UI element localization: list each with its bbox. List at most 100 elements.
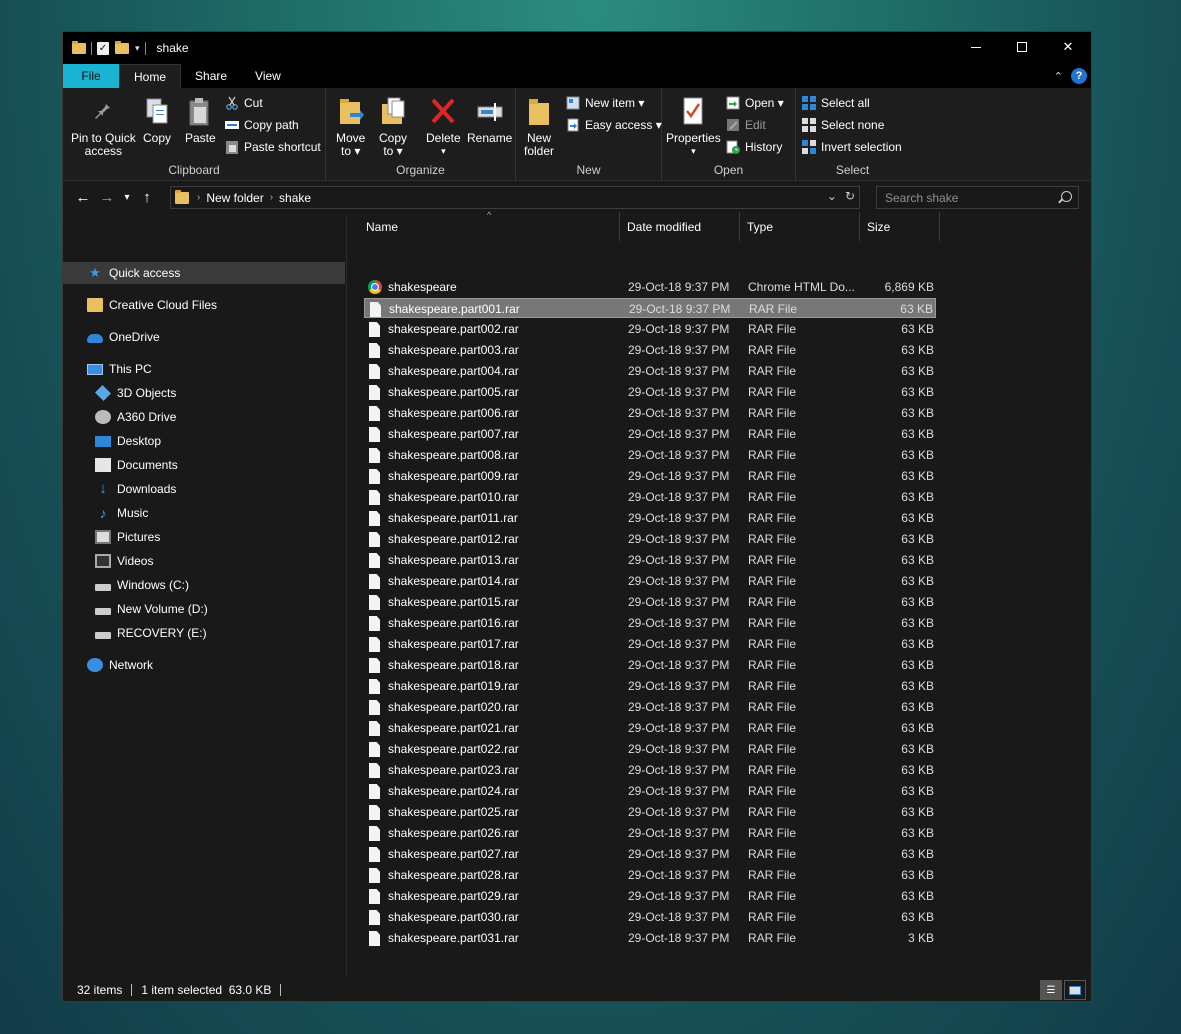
nav-item-3d-objects[interactable]: 3D Objects: [63, 382, 345, 404]
new-folder-icon[interactable]: [115, 40, 129, 54]
select-none-button[interactable]: Select none: [802, 116, 884, 134]
easy-access-button[interactable]: Easy access ▾: [566, 116, 662, 134]
copy-to-button[interactable]: Copy to ▾: [379, 96, 407, 158]
file-row[interactable]: shakespeare.part001.rar 29-Oct-18 9:37 PM…: [364, 298, 936, 318]
nav-item-new-volume-d[interactable]: New Volume (D:): [63, 598, 345, 620]
nav-item-desktop[interactable]: Desktop: [63, 430, 345, 452]
file-row[interactable]: shakespeare.part023.rar 29-Oct-18 9:37 PM…: [364, 760, 936, 780]
file-row[interactable]: shakespeare.part031.rar 29-Oct-18 9:37 PM…: [364, 928, 936, 948]
nav-item-downloads[interactable]: ↓ Downloads: [63, 478, 345, 500]
file-row[interactable]: shakespeare.part007.rar 29-Oct-18 9:37 PM…: [364, 424, 936, 444]
rename-button[interactable]: Rename: [467, 96, 512, 145]
address-dropdown-chevron-icon[interactable]: ⌄: [827, 189, 837, 203]
edit-button[interactable]: Edit: [726, 116, 766, 134]
properties-button[interactable]: Properties ▾: [666, 96, 721, 158]
copy-button[interactable]: Copy: [143, 96, 171, 145]
forward-arrow-icon[interactable]: →: [95, 189, 119, 206]
nav-item-network[interactable]: Network: [63, 654, 345, 676]
minimize-button[interactable]: [953, 32, 999, 62]
paste-shortcut-button[interactable]: Paste shortcut: [225, 138, 321, 156]
nav-item-onedrive[interactable]: OneDrive: [63, 326, 345, 348]
tab-view[interactable]: View: [241, 64, 295, 88]
search-input[interactable]: Search shake: [885, 191, 958, 205]
properties-check-icon[interactable]: ✓: [97, 41, 109, 55]
invert-selection-button[interactable]: Invert selection: [802, 138, 902, 156]
file-row[interactable]: shakespeare.part018.rar 29-Oct-18 9:37 PM…: [364, 655, 936, 675]
customize-toolbar-chevron-icon[interactable]: ▾: [135, 43, 140, 54]
file-row[interactable]: shakespeare.part003.rar 29-Oct-18 9:37 PM…: [364, 340, 936, 360]
recent-locations-chevron-icon[interactable]: ▾: [119, 192, 135, 203]
details-view-button[interactable]: ☰: [1040, 980, 1062, 1000]
breadcrumb-chevron-icon[interactable]: ›: [270, 192, 273, 203]
new-item-button[interactable]: New item ▾: [566, 94, 644, 112]
copy-path-button[interactable]: Copy path: [225, 116, 299, 134]
file-row[interactable]: shakespeare.part024.rar 29-Oct-18 9:37 PM…: [364, 781, 936, 801]
column-header-name[interactable]: ^ Name: [347, 210, 620, 241]
nav-item-a360-drive[interactable]: A360 Drive: [63, 406, 345, 428]
file-row[interactable]: shakespeare.part012.rar 29-Oct-18 9:37 PM…: [364, 529, 936, 549]
new-folder-button[interactable]: New folder: [524, 96, 554, 158]
nav-item-music[interactable]: ♪ Music: [63, 502, 345, 524]
nav-item-creative-cloud-files[interactable]: Creative Cloud Files: [63, 294, 345, 316]
tab-share[interactable]: Share: [181, 64, 241, 88]
file-row[interactable]: shakespeare.part010.rar 29-Oct-18 9:37 PM…: [364, 487, 936, 507]
nav-item-pictures[interactable]: Pictures: [63, 526, 345, 548]
up-arrow-icon[interactable]: ↑: [135, 189, 159, 206]
history-button[interactable]: History: [726, 138, 782, 156]
move-to-button[interactable]: Move to ▾: [336, 96, 365, 158]
open-button[interactable]: Open ▾: [726, 94, 784, 112]
file-row[interactable]: shakespeare.part028.rar 29-Oct-18 9:37 PM…: [364, 865, 936, 885]
file-row[interactable]: shakespeare.part029.rar 29-Oct-18 9:37 PM…: [364, 886, 936, 906]
file-row[interactable]: shakespeare.part015.rar 29-Oct-18 9:37 PM…: [364, 592, 936, 612]
file-row[interactable]: shakespeare.part021.rar 29-Oct-18 9:37 PM…: [364, 718, 936, 738]
back-arrow-icon[interactable]: ←: [71, 189, 95, 206]
file-row[interactable]: shakespeare.part030.rar 29-Oct-18 9:37 PM…: [364, 907, 936, 927]
file-row[interactable]: shakespeare.part008.rar 29-Oct-18 9:37 PM…: [364, 445, 936, 465]
file-row[interactable]: shakespeare.part002.rar 29-Oct-18 9:37 PM…: [364, 319, 936, 339]
nav-item-quick-access[interactable]: ★ Quick access: [63, 262, 345, 284]
file-row[interactable]: shakespeare.part017.rar 29-Oct-18 9:37 PM…: [364, 634, 936, 654]
column-header-size[interactable]: Size: [860, 212, 940, 241]
tab-home[interactable]: Home: [119, 64, 182, 88]
file-row[interactable]: shakespeare.part006.rar 29-Oct-18 9:37 PM…: [364, 403, 936, 423]
column-header-type[interactable]: Type: [740, 212, 860, 241]
file-row[interactable]: shakespeare 29-Oct-18 9:37 PM Chrome HTML …: [364, 277, 936, 297]
breadcrumb-chevron-icon[interactable]: ›: [197, 192, 200, 203]
file-row[interactable]: shakespeare.part020.rar 29-Oct-18 9:37 PM…: [364, 697, 936, 717]
large-icons-view-button[interactable]: [1064, 980, 1086, 1000]
nav-item-recovery-e[interactable]: RECOVERY (E:): [63, 622, 345, 644]
maximize-button[interactable]: [999, 32, 1045, 62]
pin-to-quick-access-button[interactable]: Pin to Quick access: [71, 96, 136, 158]
select-all-button[interactable]: Select all: [802, 94, 870, 112]
close-button[interactable]: ✕: [1045, 32, 1091, 62]
file-row[interactable]: shakespeare.part022.rar 29-Oct-18 9:37 PM…: [364, 739, 936, 759]
search-icon[interactable]: [1061, 191, 1072, 202]
nav-item-videos[interactable]: Videos: [63, 550, 345, 572]
cut-button[interactable]: Cut: [225, 94, 263, 112]
file-row[interactable]: shakespeare.part016.rar 29-Oct-18 9:37 PM…: [364, 613, 936, 633]
breadcrumb-new-folder[interactable]: New folder: [206, 191, 263, 205]
nav-item-windows-c[interactable]: Windows (C:): [63, 574, 345, 596]
file-row[interactable]: shakespeare.part013.rar 29-Oct-18 9:37 PM…: [364, 550, 936, 570]
file-row[interactable]: shakespeare.part011.rar 29-Oct-18 9:37 PM…: [364, 508, 936, 528]
delete-button[interactable]: Delete ▾: [426, 96, 461, 158]
refresh-icon[interactable]: ↻: [845, 189, 855, 203]
nav-item-documents[interactable]: Documents: [63, 454, 345, 476]
minimize-ribbon-chevron-icon[interactable]: ⌃: [1054, 70, 1063, 83]
search-box[interactable]: Search shake: [876, 186, 1079, 209]
breadcrumb-shake[interactable]: shake: [279, 191, 311, 205]
file-row[interactable]: shakespeare.part027.rar 29-Oct-18 9:37 PM…: [364, 844, 936, 864]
address-bar[interactable]: › New folder › shake ⌄ ↻: [170, 186, 860, 209]
tab-file[interactable]: File: [63, 64, 119, 88]
file-row[interactable]: shakespeare.part019.rar 29-Oct-18 9:37 PM…: [364, 676, 936, 696]
column-header-date[interactable]: Date modified: [620, 212, 740, 241]
file-row[interactable]: shakespeare.part026.rar 29-Oct-18 9:37 PM…: [364, 823, 936, 843]
file-row[interactable]: shakespeare.part009.rar 29-Oct-18 9:37 PM…: [364, 466, 936, 486]
paste-button[interactable]: Paste: [185, 96, 216, 145]
file-row[interactable]: shakespeare.part014.rar 29-Oct-18 9:37 PM…: [364, 571, 936, 591]
file-row[interactable]: shakespeare.part025.rar 29-Oct-18 9:37 PM…: [364, 802, 936, 822]
file-row[interactable]: shakespeare.part004.rar 29-Oct-18 9:37 PM…: [364, 361, 936, 381]
nav-item-this-pc[interactable]: This PC: [63, 358, 345, 380]
help-icon[interactable]: ?: [1071, 68, 1087, 84]
file-row[interactable]: shakespeare.part005.rar 29-Oct-18 9:37 PM…: [364, 382, 936, 402]
